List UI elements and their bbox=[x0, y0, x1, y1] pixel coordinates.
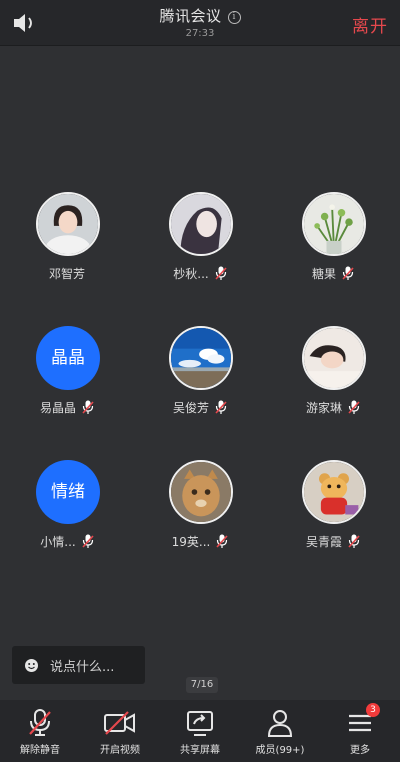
avatar-woman-portrait bbox=[36, 192, 100, 256]
muted-mic-icon bbox=[82, 534, 94, 548]
avatar-flowers bbox=[302, 192, 366, 256]
smile-icon[interactable] bbox=[24, 658, 39, 673]
participant-tile[interactable]: 邓智芳 bbox=[0, 192, 134, 292]
participant-name-row: 游家琳 bbox=[266, 398, 400, 416]
video-off-icon bbox=[104, 711, 135, 735]
start-video-button[interactable]: 开启视频 bbox=[80, 700, 160, 762]
avatar-sky bbox=[169, 326, 233, 390]
participant-name-row: 吴青霞 bbox=[266, 532, 400, 550]
muted-mic-icon bbox=[215, 266, 227, 280]
avatar-cat bbox=[169, 460, 233, 524]
muted-mic-icon bbox=[342, 266, 354, 280]
muted-mic-icon bbox=[216, 534, 228, 548]
muted-mic-icon bbox=[348, 534, 360, 548]
meeting-title[interactable]: 腾讯会议 bbox=[159, 7, 221, 25]
participant-name-row: 邓智芳 bbox=[0, 264, 134, 282]
participant-name: 游家琳 bbox=[305, 400, 342, 415]
participant-name: 易晶晶 bbox=[39, 400, 76, 415]
participant-tile[interactable]: 糖果 bbox=[266, 192, 400, 292]
participant-name: 吴青霞 bbox=[305, 534, 342, 549]
participant-tile[interactable]: 杪秋... bbox=[133, 192, 267, 292]
participant-tile[interactable]: 吴青霞 bbox=[266, 460, 400, 560]
participant-tile[interactable]: 19英... bbox=[133, 460, 267, 560]
unmute-label: 解除静音 bbox=[20, 745, 60, 756]
participant-name: 糖果 bbox=[311, 266, 336, 281]
page-indicator: 7/16 bbox=[186, 677, 218, 693]
participant-name-row: 易晶晶 bbox=[0, 398, 134, 416]
members-label: 成员(99+) bbox=[255, 745, 305, 756]
participant-name: 19英... bbox=[171, 534, 211, 549]
meeting-timer: 27:33 bbox=[185, 28, 215, 39]
chat-placeholder: 说点什么... bbox=[50, 659, 115, 675]
participant-tile[interactable]: 晶晶 易晶晶 bbox=[0, 326, 134, 426]
info-icon[interactable]: i bbox=[227, 11, 241, 24]
participant-name-row: 杪秋... bbox=[133, 264, 267, 282]
participant-name: 吴俊芳 bbox=[172, 400, 209, 415]
muted-mic-icon bbox=[82, 400, 94, 414]
participant-tile[interactable]: 游家琳 bbox=[266, 326, 400, 426]
participant-name: 小情... bbox=[40, 534, 76, 549]
bottom-toolbar: 解除静音 开启视频 共享屏幕 成员(99+) 3 更多 bbox=[0, 700, 400, 762]
muted-mic-icon bbox=[29, 709, 51, 736]
unmute-button[interactable]: 解除静音 bbox=[0, 700, 80, 762]
members-button[interactable]: 成员(99+) bbox=[240, 700, 320, 762]
participant-name: 邓智芳 bbox=[48, 266, 85, 281]
participant-name-row: 糖果 bbox=[266, 264, 400, 282]
participant-name-row: 19英... bbox=[133, 532, 267, 550]
participant-tile[interactable]: 情绪 小情... bbox=[0, 460, 134, 560]
muted-mic-icon bbox=[348, 400, 360, 414]
avatar-initials: 晶晶 bbox=[36, 326, 100, 390]
share-screen-button[interactable]: 共享屏幕 bbox=[160, 700, 240, 762]
notification-badge: 3 bbox=[366, 703, 380, 717]
participant-name-row: 小情... bbox=[0, 532, 134, 550]
share-screen-icon bbox=[187, 711, 213, 736]
top-bar: 腾讯会议 i 27:33 离开 bbox=[0, 0, 400, 46]
avatar-illustration bbox=[169, 192, 233, 256]
avatar-bear-toy bbox=[302, 460, 366, 524]
chat-input[interactable]: 说点什么... bbox=[12, 646, 145, 684]
participant-tile[interactable]: 吴俊芳 bbox=[133, 326, 267, 426]
more-label: 更多 bbox=[350, 745, 370, 756]
participant-name-row: 吴俊芳 bbox=[133, 398, 267, 416]
start-video-label: 开启视频 bbox=[100, 745, 140, 756]
leave-button[interactable]: 离开 bbox=[352, 12, 388, 37]
participant-name: 杪秋... bbox=[173, 266, 209, 281]
avatar-initials: 情绪 bbox=[36, 460, 100, 524]
muted-mic-icon bbox=[215, 400, 227, 414]
meeting-title-block: 腾讯会议 i 27:33 bbox=[0, 5, 400, 39]
avatar-woman-lying bbox=[302, 326, 366, 390]
more-button[interactable]: 3 更多 bbox=[320, 700, 400, 762]
share-screen-label: 共享屏幕 bbox=[180, 745, 220, 756]
title-row: 腾讯会议 i bbox=[0, 5, 400, 26]
members-icon bbox=[267, 710, 293, 737]
